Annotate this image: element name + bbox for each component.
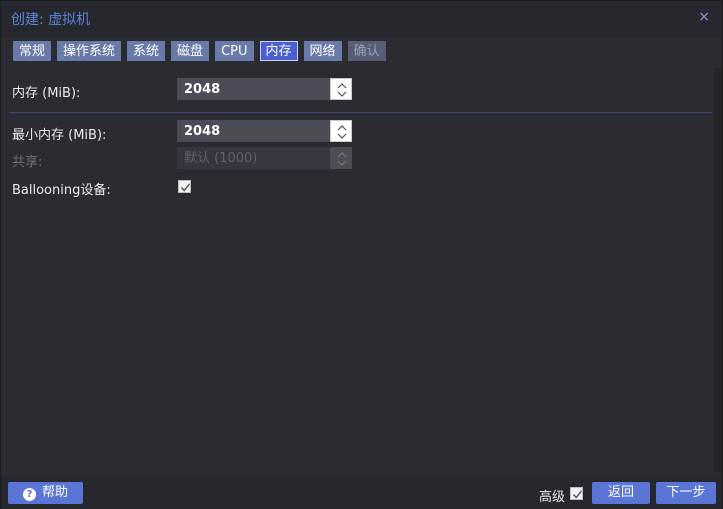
- tab-confirm: 确认: [347, 41, 386, 61]
- tab-network[interactable]: 网络: [303, 41, 342, 61]
- tab-general[interactable]: 常规: [13, 41, 52, 61]
- min-memory-label: 最小内存 (MiB):: [12, 128, 107, 143]
- help-button-label: 帮助: [41, 485, 68, 500]
- spin-arrows-icon: [337, 83, 347, 97]
- close-icon[interactable]: ×: [698, 9, 710, 25]
- dialog-titlebar: 创建: 虚拟机 ×: [1, 1, 722, 37]
- next-button[interactable]: 下一步: [656, 482, 716, 504]
- min-memory-spin-buttons[interactable]: [330, 120, 352, 142]
- section-divider: [9, 112, 712, 113]
- tab-cpu[interactable]: CPU: [215, 41, 254, 61]
- wizard-tabs: 常规 操作系统 系统 磁盘 CPU 内存 网络 确认: [13, 41, 386, 63]
- min-memory-stepper[interactable]: 2048: [177, 120, 352, 142]
- checkmark-icon: [572, 490, 583, 499]
- checkmark-icon: [180, 183, 191, 192]
- tab-disk[interactable]: 磁盘: [171, 41, 210, 61]
- memory-label: 内存 (MiB):: [12, 86, 81, 101]
- min-memory-input[interactable]: 2048: [177, 120, 330, 142]
- tab-os[interactable]: 操作系统: [57, 41, 122, 61]
- shares-label: 共享:: [12, 155, 43, 170]
- help-button[interactable]: ? 帮助: [8, 482, 83, 504]
- memory-spin-buttons[interactable]: [330, 78, 352, 100]
- memory-stepper[interactable]: 2048: [177, 78, 352, 100]
- tab-memory[interactable]: 内存: [259, 41, 298, 61]
- memory-input[interactable]: 2048: [177, 78, 330, 100]
- advanced-label: 高级: [539, 490, 566, 505]
- advanced-checkbox[interactable]: [570, 487, 583, 500]
- spin-arrows-icon: [337, 152, 347, 166]
- shares-input: 默认 (1000): [177, 147, 330, 169]
- create-vm-dialog: 创建: 虚拟机 × 常规 操作系统 系统 磁盘 CPU 内存 网络 确认 内存 …: [0, 0, 723, 509]
- help-icon: ?: [22, 488, 36, 501]
- scrollbar[interactable]: [714, 68, 722, 473]
- dialog-title: 创建: 虚拟机: [11, 12, 91, 28]
- spin-arrows-icon: [337, 125, 347, 139]
- tab-system[interactable]: 系统: [127, 41, 166, 61]
- memory-panel: [1, 68, 722, 473]
- back-button[interactable]: 返回: [592, 482, 650, 504]
- ballooning-checkbox[interactable]: [178, 180, 191, 193]
- shares-stepper: 默认 (1000): [177, 147, 352, 169]
- ballooning-label: Ballooning设备:: [12, 183, 111, 198]
- shares-spin-buttons: [330, 147, 352, 169]
